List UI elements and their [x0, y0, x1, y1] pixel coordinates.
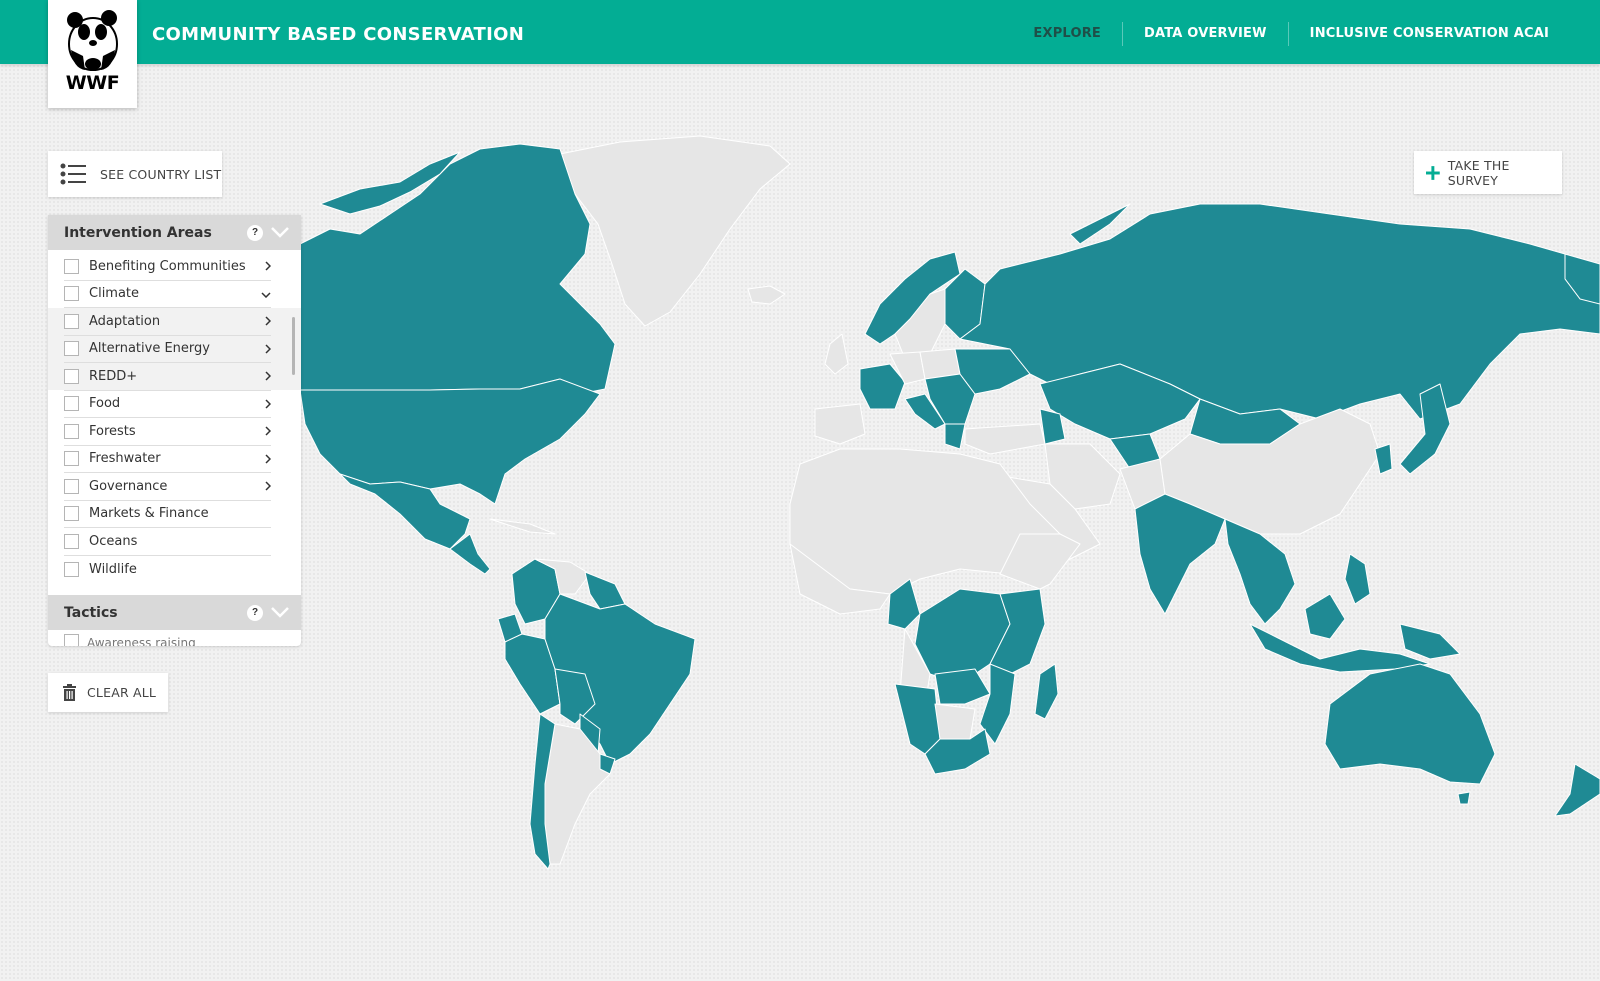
filter-panel: Intervention Areas ? Benefiting Communit…: [48, 215, 301, 646]
top-header: COMMUNITY BASED CONSERVATION EXPLORE DAT…: [0, 0, 1600, 64]
checkbox[interactable]: [64, 423, 79, 439]
filter-label: Awareness raising: [87, 636, 196, 646]
checkbox[interactable]: [64, 286, 79, 302]
chevron-right-icon[interactable]: [265, 371, 271, 381]
filter-label: Freshwater: [89, 451, 161, 467]
filter-label: Wildlife: [89, 561, 137, 577]
country-turkey[interactable]: [964, 423, 1046, 455]
filter-item[interactable]: Food: [64, 391, 271, 418]
country-new-zealand[interactable]: [1554, 763, 1600, 817]
filter-item[interactable]: Benefiting Communities: [64, 253, 271, 281]
checkbox[interactable]: [64, 506, 79, 522]
wwf-logo[interactable]: WWF: [48, 0, 137, 108]
filter-label: Adaptation: [89, 313, 161, 329]
country-guyana[interactable]: [584, 571, 626, 610]
checkbox[interactable]: [64, 396, 79, 412]
intervention-areas-title: Intervention Areas: [64, 224, 212, 241]
list-icon: [60, 163, 86, 185]
take-survey-button[interactable]: TAKE THE SURVEY: [1414, 151, 1562, 194]
checkbox[interactable]: [64, 451, 79, 467]
logo-text: WWF: [65, 72, 120, 94]
filter-label: Benefiting Communities: [89, 258, 246, 274]
clear-all-label: CLEAR ALL: [87, 685, 157, 700]
panda-icon: [66, 10, 118, 71]
country-cuba[interactable]: [489, 518, 556, 535]
intervention-list[interactable]: Benefiting Communities Climate Adaptatio…: [48, 250, 301, 600]
checkbox[interactable]: [64, 533, 79, 549]
tactics-header[interactable]: Tactics ?: [48, 595, 301, 630]
nav-inclusive-conservation[interactable]: INCLUSIVE CONSERVATION ACAI: [1287, 22, 1570, 46]
country-usa[interactable]: [299, 378, 601, 505]
country-spain[interactable]: [814, 403, 866, 445]
country-borneo[interactable]: [1304, 593, 1346, 640]
chevron-right-icon[interactable]: [265, 343, 271, 354]
checkbox[interactable]: [64, 561, 79, 577]
filter-subitem[interactable]: REDD+: [64, 363, 271, 391]
filter-item[interactable]: Forests: [64, 418, 271, 446]
filter-item[interactable]: Oceans: [64, 528, 271, 556]
chevron-right-icon[interactable]: [265, 261, 271, 271]
country-greece[interactable]: [944, 423, 966, 450]
chevron-down-icon[interactable]: [261, 291, 271, 298]
chevron-down-icon[interactable]: [271, 607, 289, 618]
help-icon[interactable]: ?: [247, 225, 263, 241]
filter-item[interactable]: Climate: [64, 281, 271, 308]
filter-subitem[interactable]: Alternative Energy: [64, 336, 271, 363]
filter-label: Alternative Energy: [89, 341, 210, 357]
country-madagascar[interactable]: [1034, 663, 1059, 720]
country-canada[interactable]: [299, 143, 616, 395]
main-nav: EXPLORE DATA OVERVIEW INCLUSIVE CONSERVA…: [1012, 22, 1570, 46]
chevron-right-icon[interactable]: [265, 316, 271, 326]
country-southeast-asia[interactable]: [1224, 518, 1296, 625]
checkbox[interactable]: [64, 313, 79, 329]
checkbox[interactable]: [64, 634, 79, 646]
filter-subitem[interactable]: Adaptation: [64, 308, 271, 336]
nav-data-overview[interactable]: DATA OVERVIEW: [1122, 22, 1288, 46]
country-australia[interactable]: [1324, 663, 1496, 785]
filter-item[interactable]: Markets & Finance: [64, 501, 271, 528]
checkbox[interactable]: [64, 341, 79, 357]
country-iceland[interactable]: [747, 285, 786, 305]
filter-label: Climate: [89, 286, 140, 302]
filter-label: REDD+: [89, 368, 138, 384]
filter-item[interactable]: Governance: [64, 473, 271, 501]
country-zambia[interactable]: [934, 668, 991, 705]
trash-icon: [63, 684, 76, 701]
filter-item[interactable]: Wildlife: [64, 556, 271, 584]
country-botswana[interactable]: [934, 703, 976, 740]
intervention-areas-header[interactable]: Intervention Areas ?: [48, 215, 301, 250]
country-namibia[interactable]: [894, 683, 941, 755]
plus-icon: [1426, 165, 1440, 180]
country-uk[interactable]: [824, 333, 849, 375]
chevron-right-icon[interactable]: [265, 398, 271, 409]
chevron-down-icon[interactable]: [271, 227, 289, 238]
tactics-title: Tactics: [64, 604, 118, 621]
chevron-right-icon[interactable]: [265, 453, 271, 464]
filter-label: Forests: [89, 423, 136, 439]
see-country-list-label: SEE COUNTRY LIST: [100, 166, 222, 182]
checkbox[interactable]: [64, 368, 79, 384]
checkbox[interactable]: [64, 478, 79, 494]
filter-label: Markets & Finance: [89, 506, 209, 522]
filter-label: Oceans: [89, 533, 138, 549]
clear-all-button[interactable]: CLEAR ALL: [48, 673, 168, 712]
country-png[interactable]: [1399, 623, 1461, 660]
take-survey-label: TAKE THE SURVEY: [1447, 157, 1510, 188]
nav-explore[interactable]: EXPLORE: [1012, 22, 1122, 46]
tactics-first-item[interactable]: Awareness raising: [64, 634, 196, 646]
chevron-right-icon[interactable]: [265, 426, 271, 436]
help-icon[interactable]: ?: [247, 605, 263, 621]
country-tasmania[interactable]: [1457, 791, 1471, 805]
country-korea[interactable]: [1374, 443, 1393, 475]
filter-label: Governance: [89, 478, 168, 494]
scrollbar-thumb[interactable]: [292, 317, 295, 375]
checkbox[interactable]: [64, 258, 79, 274]
see-country-list-button[interactable]: SEE COUNTRY LIST: [48, 151, 222, 197]
chevron-right-icon[interactable]: [265, 481, 271, 491]
filter-item[interactable]: Freshwater: [64, 446, 271, 473]
filter-label: Food: [89, 396, 121, 412]
site-title[interactable]: COMMUNITY BASED CONSERVATION: [152, 24, 524, 45]
country-philippines[interactable]: [1344, 553, 1371, 605]
